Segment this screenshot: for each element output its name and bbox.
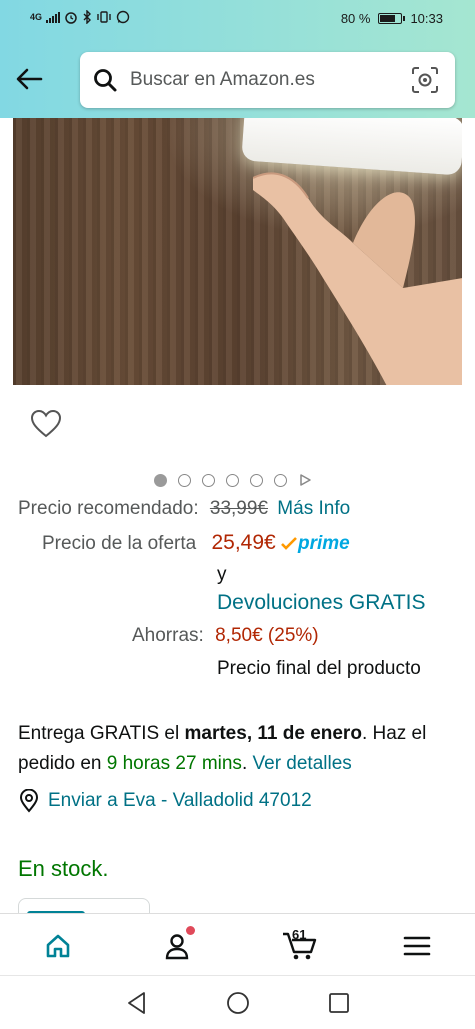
carousel-indicator[interactable] [154,473,312,487]
notification-dot [186,926,195,935]
search-icon [94,69,117,92]
user-icon [165,934,189,960]
carousel-dot[interactable] [274,473,287,487]
battery-percent: 80 % [340,11,371,26]
savings-row: Ahorras: 8,50€ (25%) [132,625,319,647]
final-price-note: Precio final del producto [217,658,421,679]
nav-home[interactable] [38,926,78,966]
alarm-icon [65,12,77,24]
battery-icon [378,13,406,24]
search-input[interactable] [130,69,411,91]
prime-check-icon [281,537,297,550]
camera-scan-icon[interactable] [411,66,439,94]
carousel-dot[interactable] [226,473,239,487]
recommended-price-row: Precio recomendado: 33,99€ Más Info [18,498,350,520]
product-image[interactable] [13,118,462,385]
location-pin-icon [19,789,39,813]
whatsapp-icon [116,10,130,24]
app-header: 4G 80 % 10:33 [0,0,475,118]
search-bar[interactable] [80,52,455,108]
home-icon [46,934,70,958]
carousel-dot[interactable] [202,473,215,487]
delivery-info: Entrega GRATIS el martes, 11 de enero. H… [18,719,458,779]
delivery-period: . [241,753,253,774]
more-info-link[interactable]: Más Info [277,498,350,519]
video-play-icon[interactable] [298,473,312,487]
system-home-icon[interactable] [225,990,251,1016]
offer-price-row: Precio de la oferta 25,49€ prime [42,531,350,555]
and-text: y [217,564,227,585]
back-arrow-icon[interactable] [14,64,44,94]
status-bar: 4G 80 % 10:33 [0,0,475,40]
nav-menu[interactable] [397,926,437,966]
carousel-dot[interactable] [154,473,167,487]
ship-to-row[interactable]: Enviar a Eva - Valladolid 47012 [18,789,312,813]
order-prefix: pedido en [18,753,107,774]
cart-count: 61 [292,927,307,942]
delivery-prefix: Entrega GRATIS el [18,723,185,744]
carousel-dot[interactable] [178,473,191,487]
prime-label: prime [298,533,350,554]
delivery-date: martes, 11 de enero [184,723,362,744]
carousel-dot[interactable] [250,473,263,487]
bluetooth-icon [83,10,92,24]
hamburger-menu-icon [403,936,431,956]
recommended-label: Precio recomendado: [18,498,199,519]
system-back-icon[interactable] [124,990,150,1016]
clock: 10:33 [410,11,443,26]
signal-icon [46,11,61,23]
recommended-price: 33,99€ [209,498,269,519]
savings-label: Ahorras: [132,625,204,646]
bottom-nav: 61 [0,913,475,975]
savings-value: 8,50€ (25%) [215,625,319,646]
network-type: 4G [30,12,43,22]
prime-badge: prime [281,533,350,555]
nav-account[interactable] [157,926,197,966]
offer-label: Precio de la oferta [42,533,197,554]
offer-price: 25,49€ [211,531,276,554]
time-left: 9 horas 27 mins [106,753,242,774]
details-link[interactable]: Ver detalles [253,753,352,774]
system-recents-icon[interactable] [326,990,352,1016]
heart-icon[interactable] [30,409,62,439]
nav-cart[interactable]: 61 [278,926,322,966]
stock-status: En stock. [18,856,109,881]
hand-illustration [253,172,462,385]
system-nav-bar [0,975,475,1029]
free-returns-link[interactable]: Devoluciones GRATIS [217,591,426,615]
vibrate-icon [97,11,111,23]
delivery-suffix: . Haz el [361,723,427,744]
ship-to-link[interactable]: Enviar a Eva - Valladolid 47012 [48,790,312,812]
